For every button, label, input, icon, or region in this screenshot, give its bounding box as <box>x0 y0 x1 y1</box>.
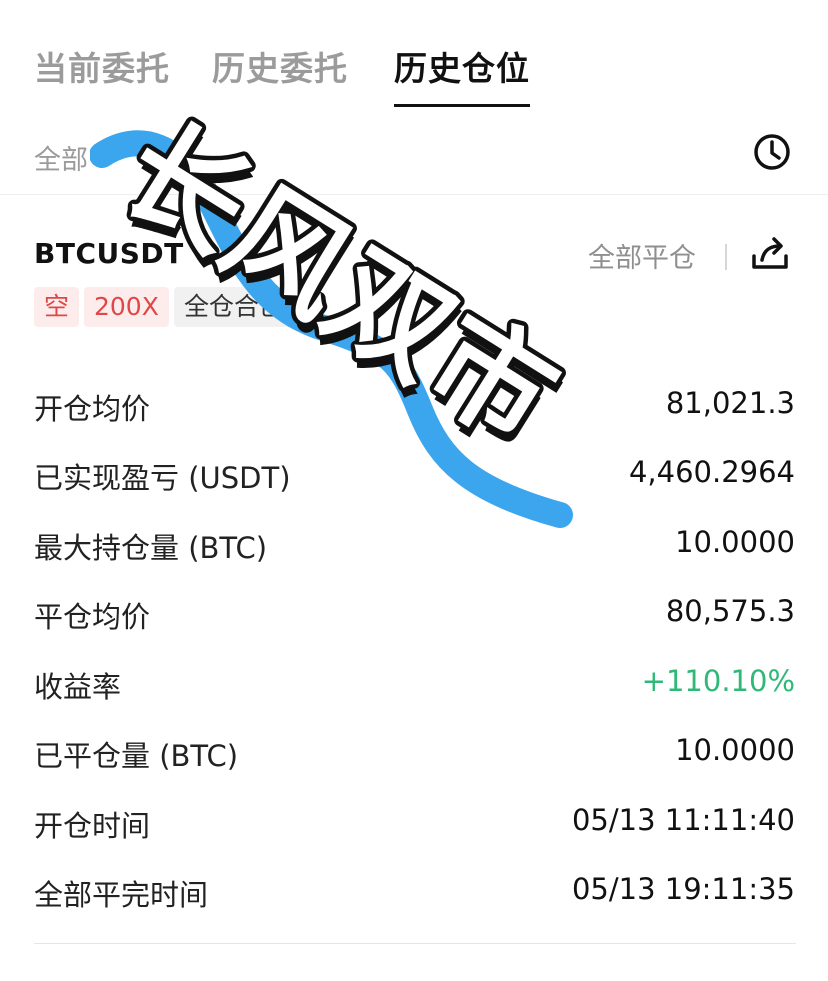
header-divider <box>725 244 727 270</box>
realized-pnl-label: 已实现盈亏 (USDT) <box>34 461 291 495</box>
max-position-value: 10.0000 <box>675 525 795 559</box>
realized-pnl-value: 4,460.2964 <box>628 455 795 489</box>
open-avg-price-value: 81,021.3 <box>665 386 795 420</box>
open-avg-price-label: 开仓均价 <box>34 392 151 426</box>
direction-tag: 空 <box>34 287 80 327</box>
tab-position-history[interactable]: 历史仓位 <box>394 42 530 90</box>
section-divider <box>34 943 796 944</box>
max-position-label: 最大持仓量 (BTC) <box>34 531 268 565</box>
closed-amount-value: 10.0000 <box>675 733 795 767</box>
open-time-label: 开仓时间 <box>34 809 151 843</box>
clock-icon[interactable] <box>752 132 792 172</box>
share-icon[interactable] <box>748 234 792 274</box>
order-tabs: 当前委托 历史委托 历史仓位 <box>0 0 828 110</box>
filter-bar: 全部 <box>0 118 828 195</box>
margin-mode-tag: 全仓合已 <box>174 287 295 327</box>
position-symbol: BTCUSDT <box>34 237 184 270</box>
tab-order-history[interactable]: 历史委托 <box>212 42 348 90</box>
active-tab-indicator <box>394 104 530 107</box>
roi-value: +110.10% <box>641 664 795 698</box>
close-avg-price-label: 平仓均价 <box>34 600 151 634</box>
leverage-tag: 200X <box>84 287 169 327</box>
closed-amount-label: 已平仓量 (BTC) <box>34 739 239 773</box>
roi-label: 收益率 <box>34 670 122 704</box>
close-time-value: 05/13 19:11:35 <box>571 872 795 906</box>
close-all-button[interactable]: 全部平仓 <box>588 236 696 275</box>
close-time-label: 全部平完时间 <box>34 878 209 912</box>
close-avg-price-value: 80,575.3 <box>665 594 795 628</box>
filter-all[interactable]: 全部 <box>34 138 88 177</box>
tab-current-orders[interactable]: 当前委托 <box>34 42 170 90</box>
open-time-value: 05/13 11:11:40 <box>571 803 795 837</box>
